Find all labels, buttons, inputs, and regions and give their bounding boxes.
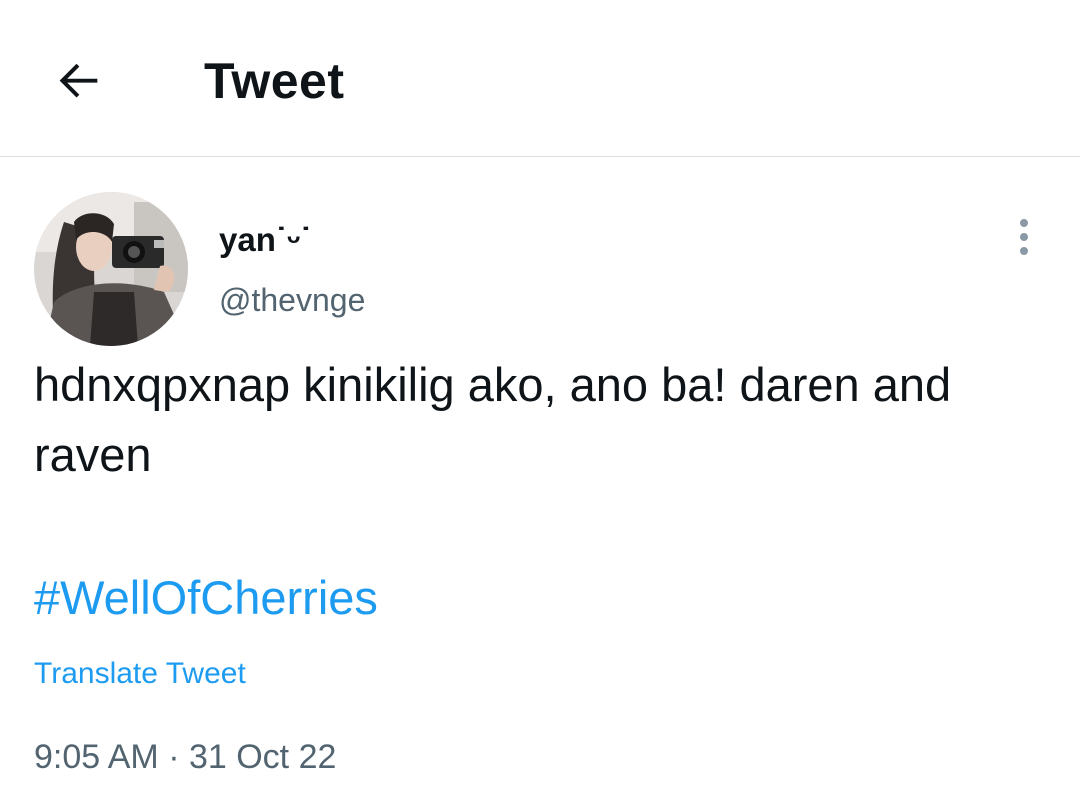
more-vertical-icon (1020, 219, 1028, 255)
hashtag-link[interactable]: #WellOfCherries (34, 565, 378, 631)
top-bar: Tweet (0, 0, 1080, 157)
more-options-button[interactable] (1004, 214, 1044, 260)
author-display-name[interactable]: yan˙ᵕ˙ (219, 218, 311, 262)
timestamp-separator: · (158, 738, 189, 776)
tweet-time: 9:05 AM (34, 738, 159, 776)
translate-tweet-link[interactable]: Translate Tweet (34, 653, 246, 695)
tweet-text: hdnxqpxnap kinikilig ako, ano ba! daren … (34, 358, 952, 481)
page-title: Tweet (204, 53, 345, 109)
back-button[interactable] (48, 48, 112, 112)
author-handle[interactable]: @thevnge (219, 278, 365, 322)
arrow-left-icon (59, 63, 98, 98)
tweet-timestamp[interactable]: 9:05 AM · 31 Oct 22 (34, 734, 336, 780)
avatar[interactable] (34, 192, 188, 346)
tweet-date: 31 Oct 22 (188, 738, 337, 776)
profile-photo (34, 192, 188, 346)
